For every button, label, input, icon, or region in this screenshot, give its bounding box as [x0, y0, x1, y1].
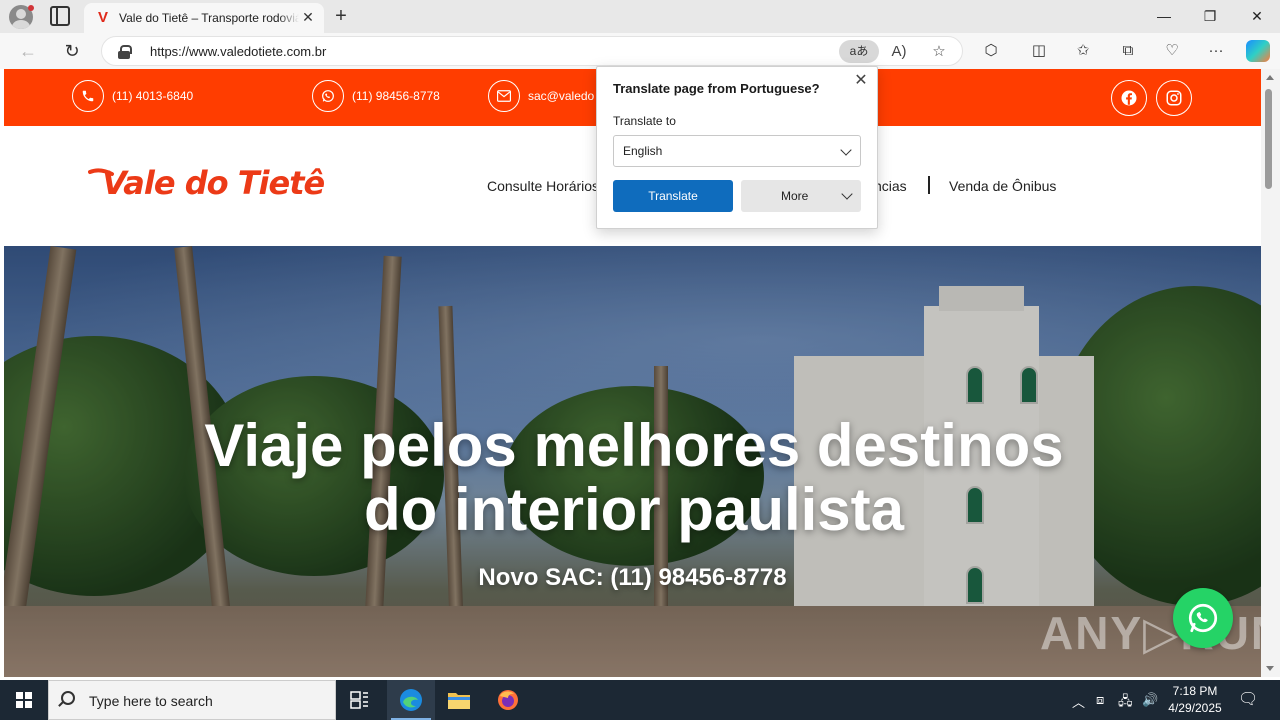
firefox-icon[interactable] [484, 680, 532, 720]
browser-tab-bar: V Vale do Tietê – Transporte rodoviário … [0, 0, 1280, 33]
notification-dot-icon [28, 5, 34, 11]
chevron-down-icon [840, 144, 852, 156]
translate-button[interactable]: Translate [613, 180, 733, 212]
facebook-icon[interactable] [1111, 80, 1147, 116]
logo-text: Vale do Tietê [102, 164, 325, 202]
split-screen-icon[interactable]: ◫ [1028, 40, 1050, 62]
tray-meet-icon[interactable]: ⧈ [1096, 692, 1104, 708]
restore-icon[interactable]: ❐ [1187, 0, 1233, 33]
phone-icon [72, 80, 104, 112]
clock-date: 4/29/2025 [1168, 701, 1222, 715]
nav-venda-de-onibus[interactable]: Venda de Ônibus [949, 178, 1056, 194]
clock-time: 7:18 PM [1172, 684, 1218, 698]
site-favicon-icon: V [97, 9, 108, 26]
hero-title: Viaje pelos melhores destinos do interio… [64, 414, 1204, 542]
hero-banner: Viaje pelos melhores destinos do interio… [4, 246, 1261, 677]
translate-to-label: Translate to [613, 114, 676, 128]
translate-popup-title: Translate page from Portuguese? [613, 81, 820, 96]
translate-icon[interactable]: aあ [839, 40, 879, 63]
whatsapp-contact[interactable]: (11) 98456-8778 [312, 80, 440, 112]
more-button-label: More [781, 189, 809, 203]
collections-icon[interactable]: ⧉ [1117, 40, 1139, 62]
whatsapp-icon [312, 80, 344, 112]
chevron-down-icon [841, 188, 853, 200]
email-contact[interactable]: sac@valedo [488, 80, 594, 112]
nav-consulte-horarios[interactable]: Consulte Horários [487, 178, 599, 194]
url-text[interactable]: https://www.valedotiete.com.br [150, 44, 326, 59]
page-scrollbar[interactable] [1261, 69, 1280, 677]
email-address[interactable]: sac@valedo [528, 89, 594, 103]
address-bar[interactable]: https://www.valedotiete.com.br aあ A) ☆ [101, 36, 963, 66]
hero-title-line2: do interior paulista [363, 476, 905, 543]
scroll-thumb[interactable] [1265, 89, 1272, 189]
search-icon [61, 691, 75, 705]
new-tab-icon[interactable]: + [330, 5, 352, 27]
popup-close-icon[interactable]: ✕ [853, 73, 869, 89]
notifications-icon[interactable]: 🗨 [1238, 689, 1258, 709]
hero-title-line1: Viaje pelos melhores destinos [204, 412, 1064, 479]
phone-contact[interactable]: (11) 4013-6840 [72, 80, 193, 112]
hero-subtitle: Novo SAC: (11) 98456-8778 [478, 564, 787, 591]
favorites-icon[interactable]: ✩ [1072, 40, 1094, 62]
search-placeholder: Type here to search [89, 693, 213, 709]
instagram-icon[interactable] [1156, 80, 1192, 116]
read-aloud-icon[interactable]: A) [888, 41, 910, 63]
windows-taskbar: Type here to search ︿ ⧈ 🖧 🔊 7:18 PM 4/29… [0, 680, 1280, 720]
site-logo[interactable]: Vale do Tietê [88, 162, 348, 210]
window-close-icon[interactable]: ✕ [1234, 0, 1280, 33]
task-view-icon[interactable] [336, 680, 384, 720]
tab-actions-icon[interactable] [50, 6, 70, 26]
translate-popup: Translate page from Portuguese? ✕ Transl… [596, 66, 878, 229]
windows-logo-icon [16, 692, 32, 708]
scroll-up-icon[interactable] [1266, 75, 1274, 80]
copilot-icon[interactable] [1246, 40, 1270, 62]
edge-taskbar-icon[interactable] [387, 680, 435, 720]
start-button[interactable] [0, 680, 48, 720]
browser-tab[interactable]: V Vale do Tietê – Transporte rodoviário … [84, 3, 324, 33]
lock-icon[interactable] [118, 45, 132, 59]
minimize-icon[interactable]: — [1141, 0, 1187, 33]
browser-toolbar: ← ↻ https://www.valedotiete.com.br aあ A)… [0, 33, 1280, 69]
back-icon[interactable]: ← [16, 39, 40, 63]
network-icon[interactable]: 🖧 [1118, 692, 1133, 714]
taskbar-search[interactable]: Type here to search [48, 680, 336, 720]
browser-essentials-icon[interactable]: ♡ [1161, 40, 1183, 62]
favorite-star-icon[interactable]: ☆ [928, 41, 950, 63]
file-explorer-icon[interactable] [435, 680, 483, 720]
tab-title: Vale do Tietê – Transporte rodoviário [119, 11, 299, 25]
extensions-icon[interactable]: ⬡ [980, 40, 1002, 62]
nav-agencias[interactable]: ncias [874, 178, 907, 194]
email-icon [488, 80, 520, 112]
phone-number[interactable]: (11) 4013-6840 [112, 89, 193, 103]
whatsapp-number[interactable]: (11) 98456-8778 [352, 89, 440, 103]
selected-language: English [623, 144, 663, 158]
tray-chevron-icon[interactable]: ︿ [1072, 692, 1085, 711]
refresh-icon[interactable]: ↻ [60, 39, 84, 63]
taskbar-clock[interactable]: 7:18 PM 4/29/2025 [1160, 683, 1230, 717]
whatsapp-float-button[interactable] [1173, 588, 1233, 648]
nav-separator [928, 176, 930, 194]
whatsapp-float-icon [1188, 603, 1218, 633]
more-button[interactable]: More [741, 180, 861, 212]
volume-icon[interactable]: 🔊 [1142, 692, 1158, 708]
scroll-down-icon[interactable] [1266, 666, 1274, 671]
more-menu-icon[interactable]: ··· [1205, 40, 1227, 62]
tab-close-icon[interactable]: ✕ [300, 9, 316, 25]
language-select[interactable]: English [613, 135, 861, 167]
